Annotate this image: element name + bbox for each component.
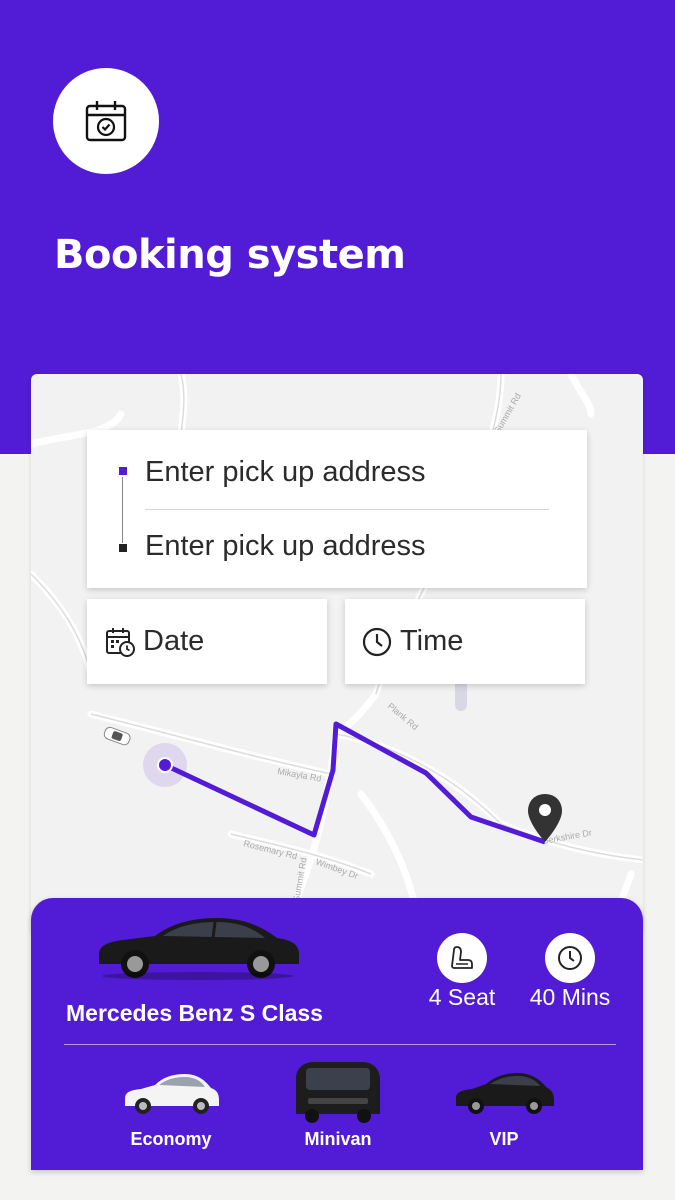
address-divider <box>145 509 549 510</box>
time-field[interactable]: Time <box>345 599 585 684</box>
option-label: Economy <box>130 1129 212 1149</box>
date-field[interactable]: Date <box>87 599 327 684</box>
vehicle-name: Mercedes Benz S Class <box>66 1000 323 1026</box>
car-seat-icon <box>451 946 473 969</box>
vehicle-panel: Mercedes Benz S Class 4 Seat 40 Mins Eco… <box>31 898 643 1170</box>
option-label: Minivan <box>304 1129 372 1149</box>
pickup-address-input[interactable]: Enter pick up address <box>145 456 425 489</box>
route-connector <box>122 477 123 543</box>
option-label: VIP <box>489 1129 519 1149</box>
time-label: Time <box>400 625 464 657</box>
page-title: Booking system <box>54 232 406 278</box>
calendar-badge <box>53 68 159 174</box>
street-label: Plank Rd <box>386 701 420 732</box>
seat-icon-badge <box>437 933 487 983</box>
clock-icon <box>362 627 392 656</box>
trip-duration: 40 Mins <box>529 984 611 1010</box>
panel-divider <box>64 1044 616 1045</box>
dropoff-marker-icon <box>119 544 127 552</box>
selected-car-image <box>99 918 299 980</box>
date-label: Date <box>143 625 205 657</box>
minivan-image <box>296 1062 380 1123</box>
calendar-check-icon <box>85 101 127 142</box>
duration-icon-badge <box>545 933 595 983</box>
start-point-marker <box>157 757 173 773</box>
address-card: Enter pick up address Enter pick up addr… <box>87 430 587 588</box>
vip-car-image <box>456 1073 554 1114</box>
calendar-clock-icon <box>106 627 135 657</box>
seat-count: 4 Seat <box>428 984 496 1010</box>
car-marker-icon <box>103 726 131 746</box>
dropoff-address-input[interactable]: Enter pick up address <box>145 530 425 563</box>
clock-icon <box>558 946 582 970</box>
economy-car-image <box>125 1074 219 1114</box>
pickup-marker-icon <box>119 467 127 475</box>
